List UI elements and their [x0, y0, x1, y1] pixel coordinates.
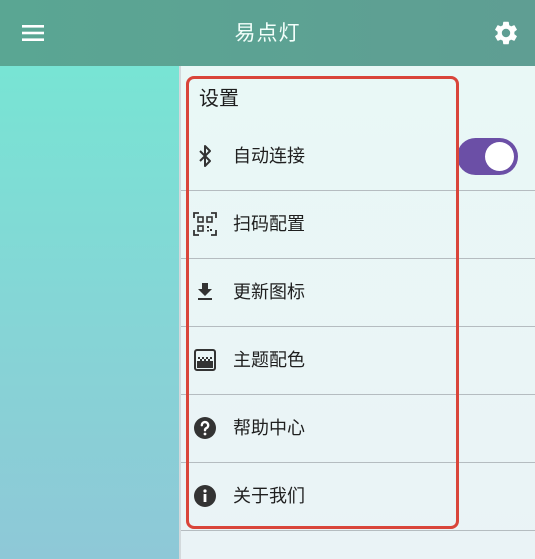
- settings-drawer: 设置 自动连接 扫码配置 更新图标 主题配色 帮助中心 关于我们: [181, 66, 535, 559]
- bluetooth-icon: [199, 145, 211, 167]
- gradient-icon: [194, 349, 216, 371]
- gear-icon[interactable]: [492, 19, 520, 47]
- menu-item-label: 主题配色: [233, 350, 305, 371]
- menu-item-label: 扫码配置: [233, 214, 305, 235]
- toggle-knob: [485, 142, 514, 171]
- menu-item-update-icon[interactable]: 更新图标: [181, 259, 535, 327]
- auto-connect-toggle[interactable]: [457, 138, 518, 175]
- menu-item-label: 自动连接: [233, 146, 305, 167]
- info-circle-icon: [194, 485, 216, 507]
- menu-item-scan-config[interactable]: 扫码配置: [181, 191, 535, 259]
- menu-item-help-center[interactable]: 帮助中心: [181, 395, 535, 463]
- download-icon: [198, 283, 212, 300]
- app-bar: 易点灯: [0, 0, 535, 66]
- background-panel: [0, 66, 179, 559]
- help-circle-icon: [194, 417, 216, 439]
- app-title: 易点灯: [234, 21, 301, 45]
- menu-item-label: 帮助中心: [233, 418, 305, 439]
- drawer-title: 设置: [199, 86, 239, 110]
- menu-item-label: 更新图标: [233, 282, 305, 303]
- qr-scan-icon: [193, 212, 217, 236]
- menu-item-theme-color[interactable]: 主题配色: [181, 327, 535, 395]
- menu-item-about-us[interactable]: 关于我们: [181, 463, 535, 531]
- menu-item-label: 关于我们: [233, 486, 305, 507]
